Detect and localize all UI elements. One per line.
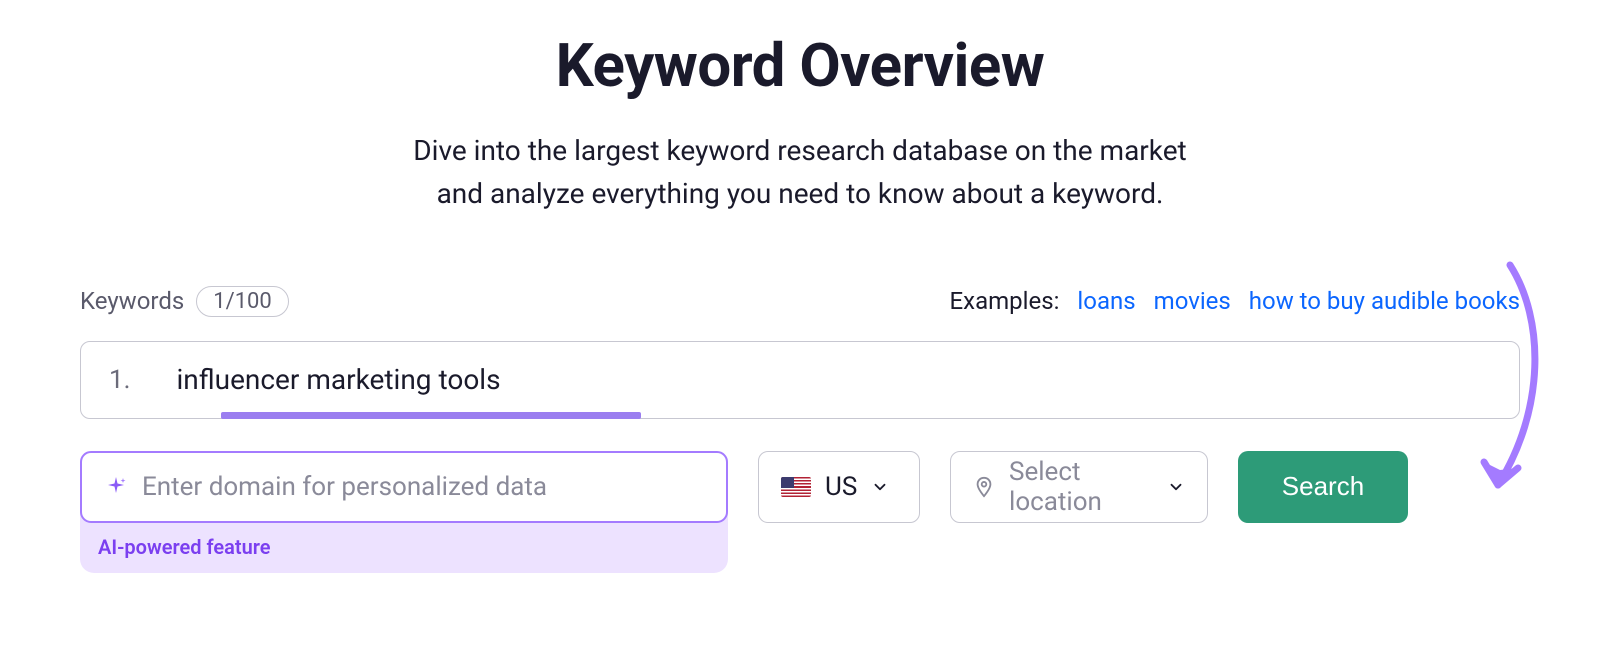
examples-row: Examples: loans movies how to buy audibl…	[950, 287, 1520, 315]
keywords-count-label: Keywords 1/100	[80, 286, 289, 317]
country-code: US	[825, 472, 857, 502]
domain-input[interactable]: Enter domain for personalized data	[80, 451, 728, 523]
subtitle-line-1: Dive into the largest keyword research d…	[413, 134, 1186, 167]
keywords-count-pill: 1/100	[196, 286, 289, 317]
keyword-value: influencer marketing tools	[176, 363, 500, 396]
highlight-underline	[221, 412, 641, 419]
flag-us-icon	[781, 477, 811, 497]
search-button[interactable]: Search	[1238, 451, 1408, 523]
keyword-input[interactable]: 1. influencer marketing tools	[80, 341, 1520, 419]
location-select[interactable]: Select location	[950, 451, 1208, 523]
chevron-down-icon	[871, 478, 889, 496]
domain-input-wrap: Enter domain for personalized data AI-po…	[80, 451, 728, 573]
sparkle-icon	[104, 475, 128, 499]
keyword-index: 1.	[109, 365, 130, 395]
ai-feature-label: AI-powered feature	[80, 523, 728, 573]
keywords-label-text: Keywords	[80, 287, 184, 315]
example-link-audible[interactable]: how to buy audible books	[1249, 287, 1520, 315]
examples-label: Examples:	[950, 287, 1060, 315]
location-pin-icon	[973, 476, 995, 498]
country-select[interactable]: US	[758, 451, 920, 523]
page-title: Keyword Overview	[80, 30, 1520, 101]
location-placeholder: Select location	[1009, 457, 1153, 517]
domain-placeholder: Enter domain for personalized data	[142, 472, 547, 502]
example-link-loans[interactable]: loans	[1077, 287, 1135, 315]
page-subtitle: Dive into the largest keyword research d…	[80, 129, 1520, 216]
example-link-movies[interactable]: movies	[1154, 287, 1231, 315]
subtitle-line-2: and analyze everything you need to know …	[437, 177, 1164, 210]
chevron-down-icon	[1167, 478, 1185, 496]
